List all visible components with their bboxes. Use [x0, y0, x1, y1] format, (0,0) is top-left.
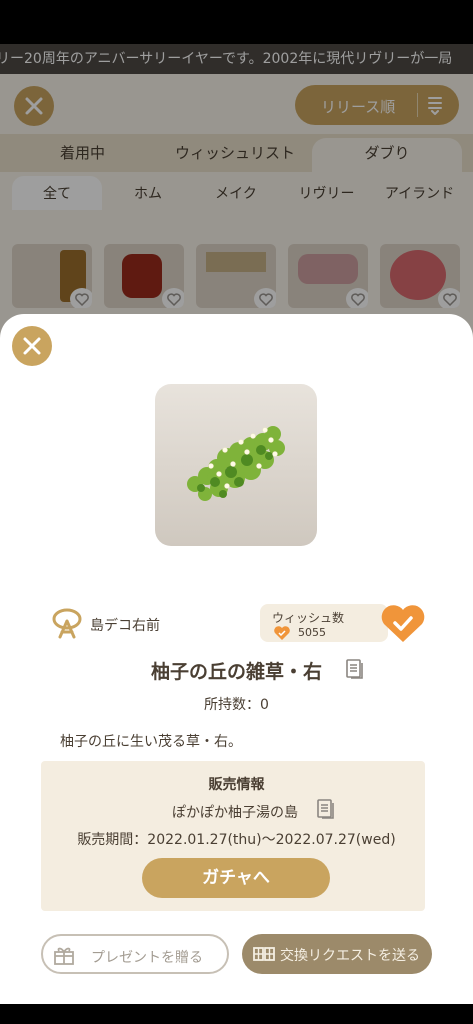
item-image: [155, 384, 317, 546]
send-present-label: プレゼントを贈る: [91, 950, 203, 966]
document-icon[interactable]: [316, 798, 336, 820]
gift-icon: [54, 947, 74, 965]
trade-request-button[interactable]: 交換リクエストを送る: [242, 934, 432, 974]
wish-count-value: 5055: [298, 626, 326, 639]
item-name: 柚子の丘の雑草・右: [150, 661, 322, 683]
system-bottom-bar: [0, 1004, 473, 1024]
send-present-button[interactable]: プレゼントを贈る: [41, 934, 229, 974]
sheet-close-button[interactable]: [12, 326, 52, 366]
document-icon[interactable]: [345, 658, 365, 680]
sale-info-title: 販売情報: [208, 777, 265, 793]
sale-period: 販売期間：2022.01.27(thu)〜2022.07.27(wed): [77, 832, 396, 848]
item-category: 島デコ右前: [90, 618, 160, 634]
go-to-gacha-button[interactable]: ガチャへ: [142, 858, 330, 898]
sale-place: ぽかぽか柚子湯の島: [172, 805, 298, 821]
item-description: 柚子の丘に生い茂る草・右。: [60, 734, 242, 750]
trade-icon: [253, 947, 275, 961]
owned-count: 所持数：0: [204, 697, 269, 713]
close-icon: [23, 337, 41, 355]
wish-count-title: ウィッシュ数: [272, 611, 345, 625]
heart-check-icon: [381, 605, 425, 642]
item-detail-sheet: 島デコ右前 ウィッシュ数 5055 柚子の丘の雑草・右 所持数：0 柚子の丘に生…: [0, 314, 473, 1004]
wishlist-toggle-button[interactable]: [380, 602, 426, 644]
trade-request-label: 交換リクエストを送る: [280, 948, 420, 964]
clover-weed-illustration: [187, 426, 285, 501]
heart-icon: [274, 626, 290, 640]
island-deco-icon: [52, 608, 82, 639]
